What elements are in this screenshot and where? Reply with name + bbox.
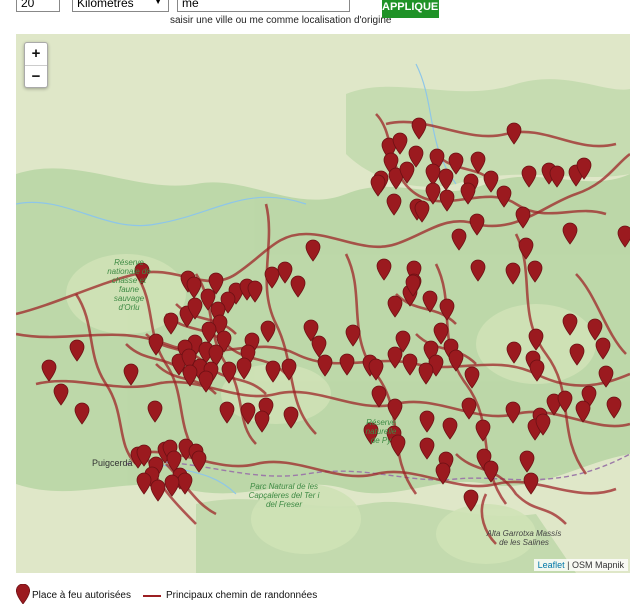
trail-line-icon [143,595,161,597]
map-pin-icon [16,584,30,604]
unit-select-value: Kilomètres [77,0,134,10]
attribution-tiles: OSM Mapnik [571,560,624,570]
attribution-separator: | [564,560,572,570]
alta-garrotxa-label: Alta Garrotxa Massís de les Salines [486,529,562,547]
distance-input[interactable]: 20 [16,0,60,12]
zoom-out-button[interactable]: − [25,65,47,88]
puigcerda-label: Puigcerdà [92,458,133,468]
legend-trails: Principaux chemin de randonnées [166,590,318,601]
legend-fire-places: Place à feu autorisées [32,590,131,601]
zoom-in-button[interactable]: + [25,43,47,65]
search-bar: 20 Kilomètres ▼ me saisir une ville ou m… [0,0,640,34]
reserve-orlu-label: Réserve nationale de chasse et faune sau… [107,258,151,312]
unit-select[interactable]: Kilomètres ▼ [72,0,169,12]
map-attribution: Leaflet | OSM Mapnik [533,559,628,571]
parc-capcaleres-label: Parc Natural de les Capçaleres del Ter i… [248,482,320,509]
map-legend: Place à feu autorisées Principaux chemin… [0,580,640,608]
chevron-down-icon: ▼ [153,0,163,7]
origin-input[interactable]: me [177,0,350,12]
reserve-py-label: Réserve naturelle de Py [365,418,397,445]
origin-hint: saisir une ville ou me comme localisatio… [170,15,392,26]
map-view[interactable]: Réserve nationale de chasse et faune sau… [16,34,630,573]
zoom-control: + − [24,42,48,88]
apply-button[interactable]: APPLIQUER [382,0,446,18]
leaflet-link[interactable]: Leaflet [538,560,565,570]
